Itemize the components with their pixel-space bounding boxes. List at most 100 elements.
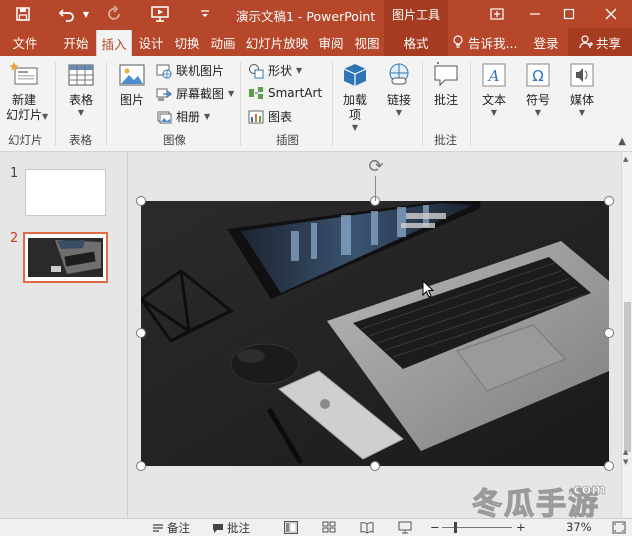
zoom-level[interactable]: 37% (566, 520, 592, 534)
comments-label: 批注 (227, 521, 250, 535)
table-dropdown-icon[interactable]: ▼ (78, 108, 84, 117)
minimize-icon[interactable] (520, 0, 550, 28)
notes-button[interactable]: 备注 (152, 520, 190, 536)
smartart-button[interactable]: SmartArt (248, 85, 322, 101)
resize-handle-bottom[interactable] (370, 461, 380, 471)
text-label: 文本 (481, 93, 506, 107)
redo-icon[interactable] (104, 4, 126, 24)
resize-handle-top-left[interactable] (136, 196, 146, 206)
table-label: 表格 (68, 93, 93, 107)
scrollbar-thumb[interactable] (624, 302, 631, 452)
close-icon[interactable] (596, 0, 626, 28)
tab-transitions[interactable]: 切换 (170, 28, 204, 56)
slide-sorter-view-icon[interactable] (322, 521, 336, 534)
addins-label: 加载 项 (342, 93, 367, 122)
links-dropdown-icon[interactable]: ▼ (396, 108, 402, 117)
slide-thumbnails-pane: 1 2 (0, 152, 128, 518)
tab-slideshow[interactable]: 幻灯片放映 (242, 28, 312, 56)
resize-handle-left[interactable] (136, 328, 146, 338)
rotation-handle-stem (375, 176, 376, 201)
tab-design[interactable]: 设计 (134, 28, 168, 56)
slideshow-view-icon[interactable] (398, 521, 412, 534)
new-slide-button[interactable]: 新建 幻灯片 ▼ (2, 60, 48, 123)
addins-dropdown-icon[interactable]: ▼ (352, 123, 358, 132)
undo-icon[interactable] (56, 4, 78, 24)
shapes-dropdown-icon[interactable]: ▼ (296, 66, 302, 75)
tab-review[interactable]: 审阅 (314, 28, 348, 56)
online-pictures-button[interactable]: 联机图片 (156, 62, 224, 79)
resize-handle-bottom-left[interactable] (136, 461, 146, 471)
photo-album-button[interactable]: 相册 ▼ (156, 108, 210, 125)
collapse-ribbon-icon[interactable]: ▲ (618, 136, 626, 147)
symbols-dropdown-icon[interactable]: ▼ (535, 108, 541, 117)
zoom-out-button[interactable]: − (430, 520, 440, 534)
slide-thumbnail-2[interactable] (23, 232, 108, 283)
tab-insert[interactable]: 插入 (96, 30, 132, 56)
media-dropdown-icon[interactable]: ▼ (579, 108, 585, 117)
screenshot-dropdown-icon[interactable]: ▼ (228, 89, 234, 98)
slide-number: 2 (10, 231, 19, 246)
new-slide-label: 新建 幻灯片 (5, 93, 42, 122)
selected-picture[interactable] (138, 201, 609, 466)
vertical-scrollbar[interactable]: ▲ ▲ ▼ (621, 152, 632, 518)
comment-button[interactable]: 批注 (428, 60, 464, 108)
speaker-icon (570, 63, 594, 87)
tell-me-box[interactable]: 告诉我... (452, 28, 517, 56)
zoom-in-button[interactable]: + (516, 520, 526, 534)
comments-icon (213, 523, 223, 533)
scroll-up-icon[interactable]: ▲ (623, 155, 628, 163)
save-icon[interactable] (12, 4, 34, 24)
comments-button[interactable]: 批注 (212, 520, 250, 536)
chart-button[interactable]: 图表 (248, 108, 292, 125)
tab-home[interactable]: 开始 (58, 28, 94, 56)
notes-label: 备注 (167, 521, 190, 535)
next-slide-icon[interactable]: ▼ (623, 458, 628, 466)
document-title: 演示文稿1 - PowerPoint (236, 9, 376, 24)
screenshot-label: 屏幕截图 (176, 87, 225, 101)
links-button[interactable]: 链接 ▼ (381, 60, 417, 117)
watermark-suffix: .com (568, 482, 606, 498)
symbols-button[interactable]: Ω 符号 ▼ (520, 60, 556, 117)
rotate-icon[interactable]: ⟳ (366, 156, 386, 177)
globe-link-icon (389, 63, 409, 85)
table-button[interactable]: 表格 ▼ (62, 60, 100, 117)
text-button[interactable]: A 文本 ▼ (476, 60, 512, 117)
start-from-beginning-icon[interactable] (148, 4, 172, 24)
group-label-tables: 表格 (69, 133, 92, 147)
text-dropdown-icon[interactable]: ▼ (491, 108, 497, 117)
undo-dropdown-icon[interactable]: ▼ (80, 4, 92, 24)
svg-text:Ω: Ω (532, 67, 543, 85)
sign-in-link[interactable]: 登录 (528, 28, 564, 56)
normal-view-icon[interactable] (284, 521, 298, 534)
group-label-comments: 批注 (434, 133, 457, 147)
tab-format[interactable]: 格式 (384, 28, 448, 56)
mouse-cursor-icon (422, 280, 434, 298)
previous-slide-icon[interactable]: ▲ (623, 448, 628, 456)
screenshot-button[interactable]: 屏幕截图 ▼ (156, 85, 234, 102)
reading-view-icon[interactable] (360, 521, 374, 534)
media-button[interactable]: 媒体 ▼ (564, 60, 600, 117)
new-slide-dropdown-icon[interactable]: ▼ (42, 112, 48, 121)
picture-button[interactable]: 图片 (112, 60, 152, 108)
zoom-slider[interactable] (442, 527, 512, 528)
zoom-slider-knob[interactable] (454, 522, 457, 533)
fit-slide-icon[interactable] (612, 521, 626, 534)
resize-handle-right[interactable] (604, 328, 614, 338)
tab-animations[interactable]: 动画 (206, 28, 240, 56)
online-pictures-icon (156, 64, 172, 78)
maximize-icon[interactable] (554, 0, 584, 28)
shapes-button[interactable]: 形状 ▼ (248, 62, 302, 79)
resize-handle-bottom-right[interactable] (604, 461, 614, 471)
customize-qat-icon[interactable] (198, 4, 212, 24)
addins-button[interactable]: 加载 项 ▼ (337, 60, 373, 132)
group-separator (55, 62, 56, 146)
lightbulb-icon (453, 35, 463, 48)
resize-handle-top-right[interactable] (604, 196, 614, 206)
tab-view[interactable]: 视图 (350, 28, 384, 56)
share-button[interactable]: 共享 (568, 28, 632, 56)
photo-album-dropdown-icon[interactable]: ▼ (204, 112, 210, 121)
ribbon-display-options-icon[interactable] (482, 0, 512, 28)
group-label-slides: 幻灯片 (8, 133, 43, 147)
slide-thumbnail-1[interactable] (25, 169, 106, 216)
tab-file[interactable]: 文件 (4, 28, 46, 56)
